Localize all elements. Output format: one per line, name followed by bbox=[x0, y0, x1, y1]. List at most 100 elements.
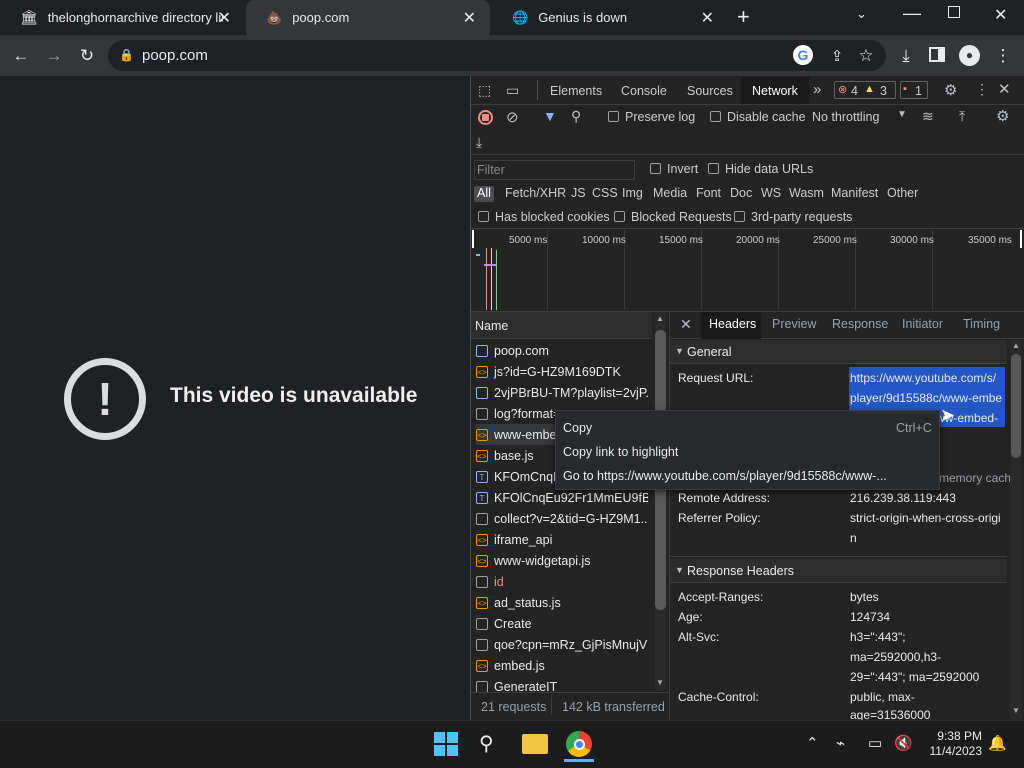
filter-js[interactable]: JS bbox=[568, 186, 589, 202]
close-devtools-icon[interactable]: ✕ bbox=[998, 80, 1011, 98]
timeline-handle-right[interactable] bbox=[1020, 230, 1022, 248]
scroll-up-icon[interactable]: ▲ bbox=[656, 314, 664, 323]
filter-manifest[interactable]: Manifest bbox=[828, 186, 881, 202]
clock-date[interactable]: 11/4/2023 bbox=[922, 744, 983, 758]
scroll-down-icon[interactable]: ▼ bbox=[1012, 706, 1020, 715]
tab-poop[interactable]: 💩 poop.com ✕ bbox=[246, 0, 490, 35]
tab-console[interactable]: Console bbox=[621, 84, 667, 98]
filter-font[interactable]: Font bbox=[693, 186, 724, 202]
filter-ws[interactable]: WS bbox=[758, 186, 784, 202]
invert-checkbox[interactable]: Invert bbox=[650, 162, 698, 176]
referrer-policy-value[interactable]: strict-origin-when-cross-origi bbox=[850, 511, 1001, 525]
filter-img[interactable]: Img bbox=[619, 186, 646, 202]
search-icon[interactable]: ⚲ bbox=[479, 731, 494, 756]
network-conditions-icon[interactable]: ≋ bbox=[922, 108, 934, 125]
record-icon[interactable] bbox=[478, 110, 493, 125]
forward-arrow-icon[interactable]: → bbox=[43, 45, 65, 67]
chevron-up-icon[interactable]: ⌃ bbox=[806, 734, 819, 752]
request-row[interactable]: id bbox=[476, 571, 648, 592]
monitor-icon[interactable]: ▭ bbox=[868, 734, 882, 752]
tab-timing[interactable]: Timing bbox=[963, 317, 1000, 331]
tab-network[interactable]: Network bbox=[752, 84, 798, 98]
tab-headers[interactable]: Headers bbox=[709, 317, 756, 331]
hide-data-urls-checkbox[interactable]: Hide data URLs bbox=[708, 162, 813, 176]
import-har-icon[interactable]: ⤒ bbox=[959, 108, 965, 125]
more-tabs-icon[interactable]: » bbox=[813, 81, 821, 98]
url-text[interactable]: poop.com bbox=[142, 47, 208, 64]
scrollbar-thumb[interactable] bbox=[1011, 354, 1021, 458]
request-row[interactable]: <> embed.js bbox=[476, 655, 648, 676]
request-url-line[interactable]: https://www.youtube.com/s/ bbox=[850, 371, 996, 385]
blocked-requests-checkbox[interactable]: Blocked Requests bbox=[614, 210, 732, 224]
google-lens-icon[interactable]: G bbox=[793, 45, 813, 65]
tab-sources[interactable]: Sources bbox=[687, 84, 733, 98]
disable-cache-checkbox[interactable]: Disable cache bbox=[710, 110, 806, 124]
tab-directory[interactable]: 🏛 thelonghornarchive directory listing ✕ bbox=[0, 0, 245, 35]
request-row[interactable]: <> ad_status.js bbox=[476, 592, 648, 613]
notification-bell-icon[interactable]: 🔔 bbox=[988, 734, 1007, 752]
clock-time[interactable]: 9:38 PM bbox=[928, 729, 982, 743]
share-icon[interactable]: ⇪ bbox=[826, 45, 848, 67]
header-value[interactable]: bytes bbox=[850, 590, 879, 604]
download-icon[interactable]: ⤓ bbox=[895, 45, 917, 67]
reload-icon[interactable]: ↻ bbox=[76, 45, 98, 67]
filter-css[interactable]: CSS bbox=[589, 186, 621, 202]
export-har-icon[interactable]: ⤓ bbox=[476, 134, 482, 151]
menu-item-go-to[interactable]: Go to https://www.youtube.com/s/player/9… bbox=[563, 469, 887, 483]
header-value[interactable]: h3=":443"; bbox=[850, 630, 906, 644]
request-url-line[interactable]: player/9d15588c/www-embe bbox=[850, 391, 1002, 405]
filter-wasm[interactable]: Wasm bbox=[786, 186, 827, 202]
network-settings-icon[interactable]: ⚙ bbox=[996, 107, 1009, 125]
request-row[interactable]: T KFOlCnqEu92Fr1MmEU9fB... bbox=[476, 487, 648, 508]
tab-preview[interactable]: Preview bbox=[772, 317, 816, 331]
back-arrow-icon[interactable]: ← bbox=[10, 45, 32, 67]
scroll-down-icon[interactable]: ▼ bbox=[656, 678, 664, 687]
side-panel-icon[interactable] bbox=[929, 47, 945, 62]
close-window-button[interactable]: ✕ bbox=[994, 5, 1007, 25]
request-row[interactable]: Create bbox=[476, 613, 648, 634]
tab-elements[interactable]: Elements bbox=[550, 84, 602, 98]
minimize-button[interactable]: — bbox=[903, 3, 921, 24]
tab-response[interactable]: Response bbox=[832, 317, 888, 331]
filter-funnel-icon[interactable]: ▼ bbox=[543, 108, 557, 124]
request-row[interactable]: poop.com bbox=[476, 340, 648, 361]
request-row[interactable]: qoe?cpn=mRz_GjPisMnujVl... bbox=[476, 634, 648, 655]
lock-icon[interactable]: 🔒 bbox=[119, 48, 134, 62]
header-value[interactable]: 124734 bbox=[850, 610, 890, 624]
third-party-checkbox[interactable]: 3rd-party requests bbox=[734, 210, 852, 224]
menu-item-copy[interactable]: Copy bbox=[563, 421, 592, 435]
header-value[interactable]: age=31536000 bbox=[850, 708, 930, 720]
maximize-button[interactable] bbox=[948, 6, 960, 18]
search-icon[interactable]: ⚲ bbox=[571, 108, 581, 125]
tab-search-chevron-icon[interactable]: ⌄ bbox=[856, 6, 867, 22]
settings-gear-icon[interactable]: ⚙ bbox=[944, 81, 957, 99]
scroll-up-icon[interactable]: ▲ bbox=[1012, 341, 1020, 350]
close-tab-icon[interactable]: ✕ bbox=[463, 8, 476, 28]
file-explorer-icon[interactable] bbox=[522, 734, 548, 754]
clear-icon[interactable]: ⊘ bbox=[506, 108, 519, 126]
close-detail-icon[interactable]: ✕ bbox=[680, 316, 692, 333]
request-row[interactable]: 2vjPBrBU-TM?playlist=2vjP... bbox=[476, 382, 648, 403]
header-value[interactable]: 29=":443"; ma=2592000 bbox=[850, 670, 979, 684]
blocked-cookies-checkbox[interactable]: Has blocked cookies bbox=[478, 210, 610, 224]
filter-doc[interactable]: Doc bbox=[727, 186, 755, 202]
referrer-policy-value[interactable]: n bbox=[850, 531, 857, 545]
dropdown-arrow-icon[interactable]: ▼ bbox=[897, 109, 907, 120]
profile-avatar-icon[interactable]: ● bbox=[959, 45, 980, 66]
network-offline-icon[interactable]: ⌁ bbox=[836, 734, 845, 752]
request-row[interactable]: <> iframe_api bbox=[476, 529, 648, 550]
filter-other[interactable]: Other bbox=[884, 186, 921, 202]
request-row[interactable]: collect?v=2&tid=G-HZ9M1... bbox=[476, 508, 648, 529]
new-tab-button[interactable]: + bbox=[737, 4, 750, 30]
windows-start-icon[interactable] bbox=[434, 732, 458, 756]
timeline-handle-left[interactable] bbox=[472, 230, 474, 248]
devtools-menu-icon[interactable]: ⋮ bbox=[975, 81, 989, 98]
bookmark-star-icon[interactable]: ☆ bbox=[855, 45, 877, 67]
tab-initiator[interactable]: Initiator bbox=[902, 317, 943, 331]
address-bar[interactable] bbox=[108, 40, 886, 71]
header-value[interactable]: ma=2592000,h3- bbox=[850, 650, 941, 664]
remote-address-value[interactable]: 216.239.38.119:443 bbox=[850, 491, 956, 505]
close-tab-icon[interactable]: ✕ bbox=[218, 8, 231, 28]
preserve-log-checkbox[interactable]: Preserve log bbox=[608, 110, 695, 124]
tab-genius[interactable]: 🌐 Genius is down ✕ bbox=[492, 0, 728, 35]
